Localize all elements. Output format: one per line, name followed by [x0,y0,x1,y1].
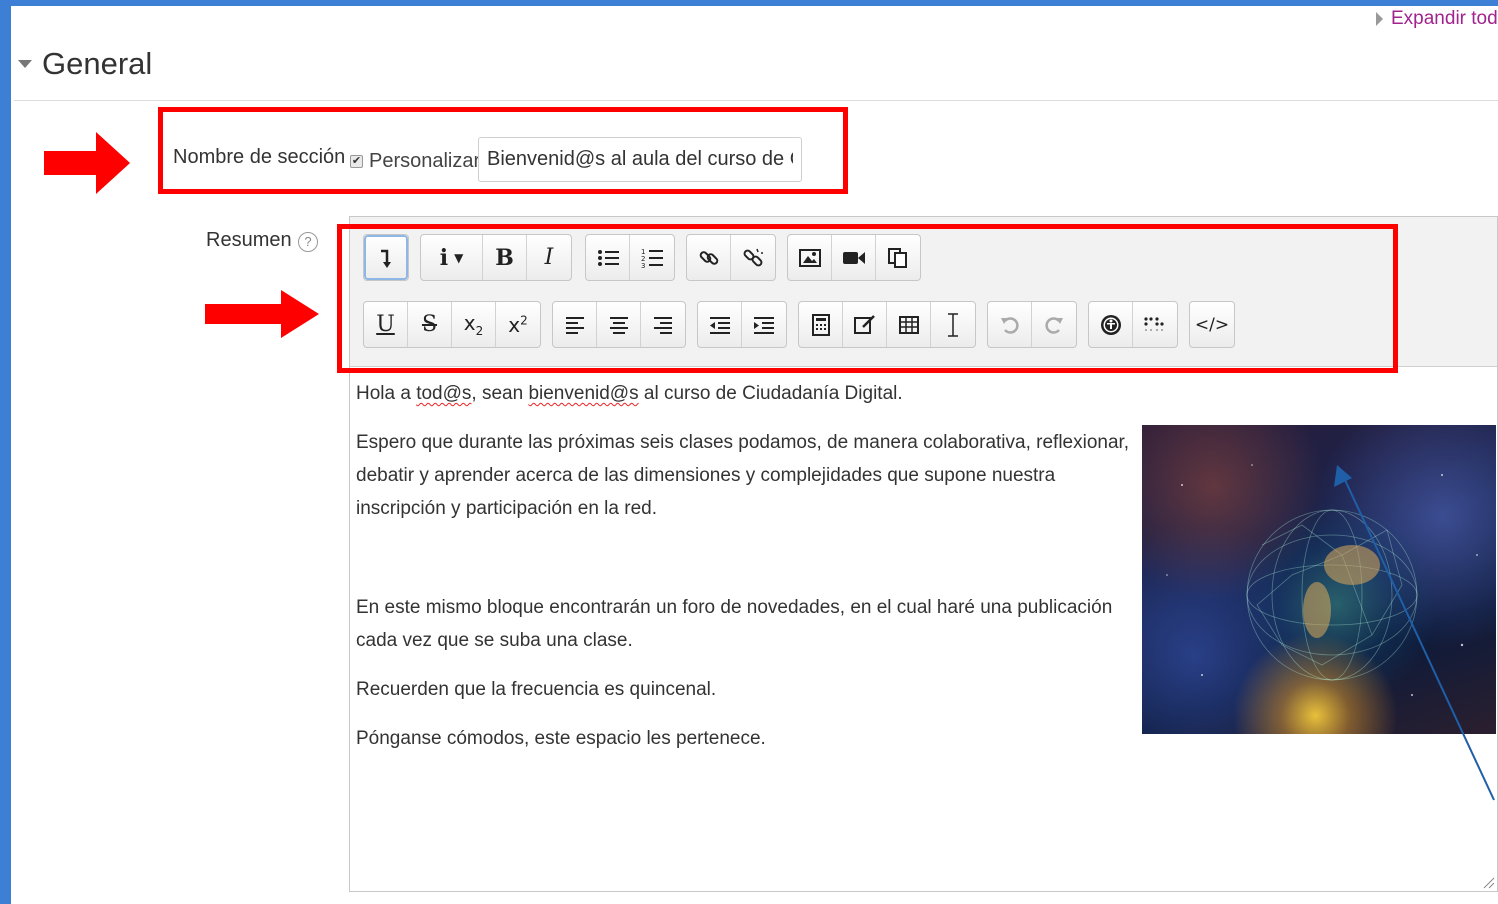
content-paragraph-1: Hola a tod@s, sean bienvenid@s al curso … [356,377,1141,410]
red-arrow-toolbar [205,290,319,338]
content-paragraph-3: En este mismo bloque encontrarán un foro… [356,597,1113,651]
globe-network-image[interactable] [1142,425,1496,734]
section-divider [14,100,1498,101]
content-paragraph-4: Recuerden que la frecuencia es quincenal… [356,679,717,700]
misspelled-word: tod@s [416,383,472,404]
misspelled-word: bienvenid@s [528,383,639,404]
red-arrow-name [44,132,130,194]
resize-handle-icon[interactable] [1481,875,1495,889]
question-circle-icon[interactable]: ? [298,232,318,252]
editor-content[interactable]: Hola a tod@s, sean bienvenid@s al curso … [356,377,1141,771]
highlight-box-toolbar [337,224,1398,373]
globe-illustration [1166,464,1478,696]
section-header[interactable]: General [18,46,152,82]
text-run: , sean [471,383,529,404]
caret-down-icon[interactable] [18,60,32,68]
expand-all-label: Expandir todo [1391,8,1498,29]
caret-right-icon [1376,12,1383,26]
summary-label: Resumen [206,229,292,251]
text-run: al curso de Ciudadanía Digital. [638,383,903,404]
highlight-box-section-name [158,107,848,194]
content-paragraph-5: Pónganse cómodos, este espacio les perte… [356,728,766,749]
text-run: Hola a [356,383,417,404]
empty-paragraph [356,541,1141,591]
section-title: General [42,46,153,81]
frame-top [0,0,1498,6]
frame-left [0,0,11,904]
content-paragraph-2: Espero que durante las próximas seis cla… [356,432,1130,519]
expand-all-link[interactable]: Expandir todo [1376,8,1498,30]
